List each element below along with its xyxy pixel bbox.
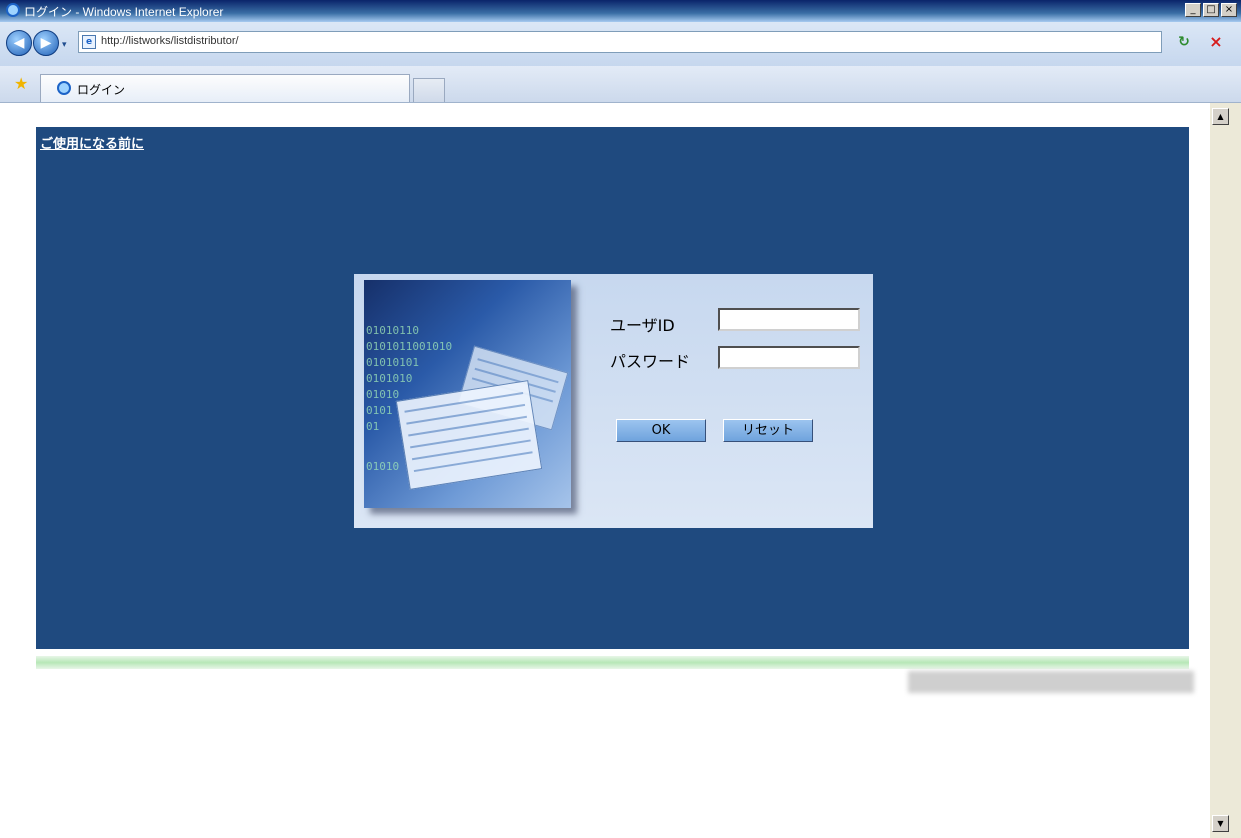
forward-button[interactable]: ▶ — [33, 30, 59, 56]
back-button[interactable]: ◀ — [6, 30, 32, 56]
maximize-button[interactable]: □ — [1203, 3, 1219, 17]
address-url[interactable]: http://listworks/listdistributor/ — [101, 35, 239, 47]
favorites-star-icon[interactable]: ★ — [14, 76, 28, 92]
tab-label: ログイン — [77, 83, 126, 97]
document-sheet-icon — [395, 380, 543, 490]
vertical-scrollbar[interactable]: ▲ ▼ — [1210, 103, 1241, 838]
login-illustration: 01010110 0101011001010 01010101 0101010 … — [364, 280, 571, 508]
password-input[interactable] — [718, 346, 860, 369]
user-id-label: ユーザID — [610, 316, 675, 335]
binary-text: 01010110 — [366, 324, 419, 337]
binary-text: 01 — [366, 420, 380, 433]
window-controls: _ □ × — [1185, 3, 1237, 17]
scroll-up-button[interactable]: ▲ — [1212, 108, 1229, 125]
binary-text: 0101011001010 — [366, 340, 453, 353]
binary-text: 0101010 — [366, 372, 413, 385]
blurred-copyright — [908, 671, 1194, 693]
password-label: パスワード — [610, 352, 691, 371]
address-bar[interactable]: e http://listworks/listdistributor/ — [78, 31, 1162, 53]
binary-text: 01010 — [366, 388, 400, 401]
close-button[interactable]: × — [1221, 3, 1237, 17]
user-id-input[interactable] — [718, 308, 860, 331]
binary-text: 01010101 — [366, 356, 419, 369]
reset-button[interactable]: リセット — [723, 419, 813, 442]
forward-arrow-icon: ▶ — [40, 35, 52, 51]
window-title-bar: ログイン - Windows Internet Explorer _ □ × — [0, 0, 1241, 22]
tab-login[interactable]: ログイン — [40, 74, 410, 102]
binary-text: 01010 — [366, 460, 400, 473]
scroll-down-button[interactable]: ▼ — [1212, 815, 1229, 832]
binary-text: 0101 — [366, 404, 393, 417]
recent-pages-dropdown[interactable]: ▾ — [62, 40, 67, 50]
ie-logo-icon — [6, 3, 20, 17]
tab-bar: ★ ログイン — [0, 66, 1241, 103]
ok-button[interactable]: OK — [616, 419, 706, 442]
navigation-bar: ◀ ▶ ▾ e http://listworks/listdistributor… — [0, 22, 1241, 67]
login-panel: 01010110 0101011001010 01010101 0101010 … — [354, 274, 873, 528]
page-icon: e — [82, 35, 96, 49]
green-divider — [36, 656, 1189, 669]
minimize-button[interactable]: _ — [1185, 3, 1201, 17]
page-content: ご使用になる前に 01010110 0101011001010 01010101… — [0, 103, 1210, 838]
before-use-link[interactable]: ご使用になる前に — [40, 133, 144, 152]
stop-button[interactable]: × — [1205, 32, 1227, 52]
new-tab-button[interactable] — [413, 78, 445, 102]
window-title: ログイン - Windows Internet Explorer — [24, 5, 224, 19]
refresh-button[interactable]: ↻ — [1173, 32, 1195, 52]
ie-tab-icon — [57, 81, 71, 95]
back-arrow-icon: ◀ — [13, 35, 25, 51]
